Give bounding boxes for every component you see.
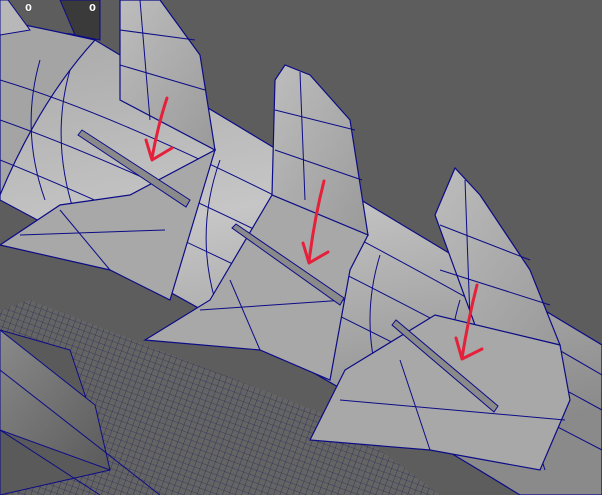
hud-right-readout: 0: [89, 3, 96, 14]
perspective-viewport[interactable]: 0 0: [0, 0, 602, 495]
hud-left-readout: 0: [25, 3, 32, 14]
mesh-scene[interactable]: [0, 0, 602, 495]
